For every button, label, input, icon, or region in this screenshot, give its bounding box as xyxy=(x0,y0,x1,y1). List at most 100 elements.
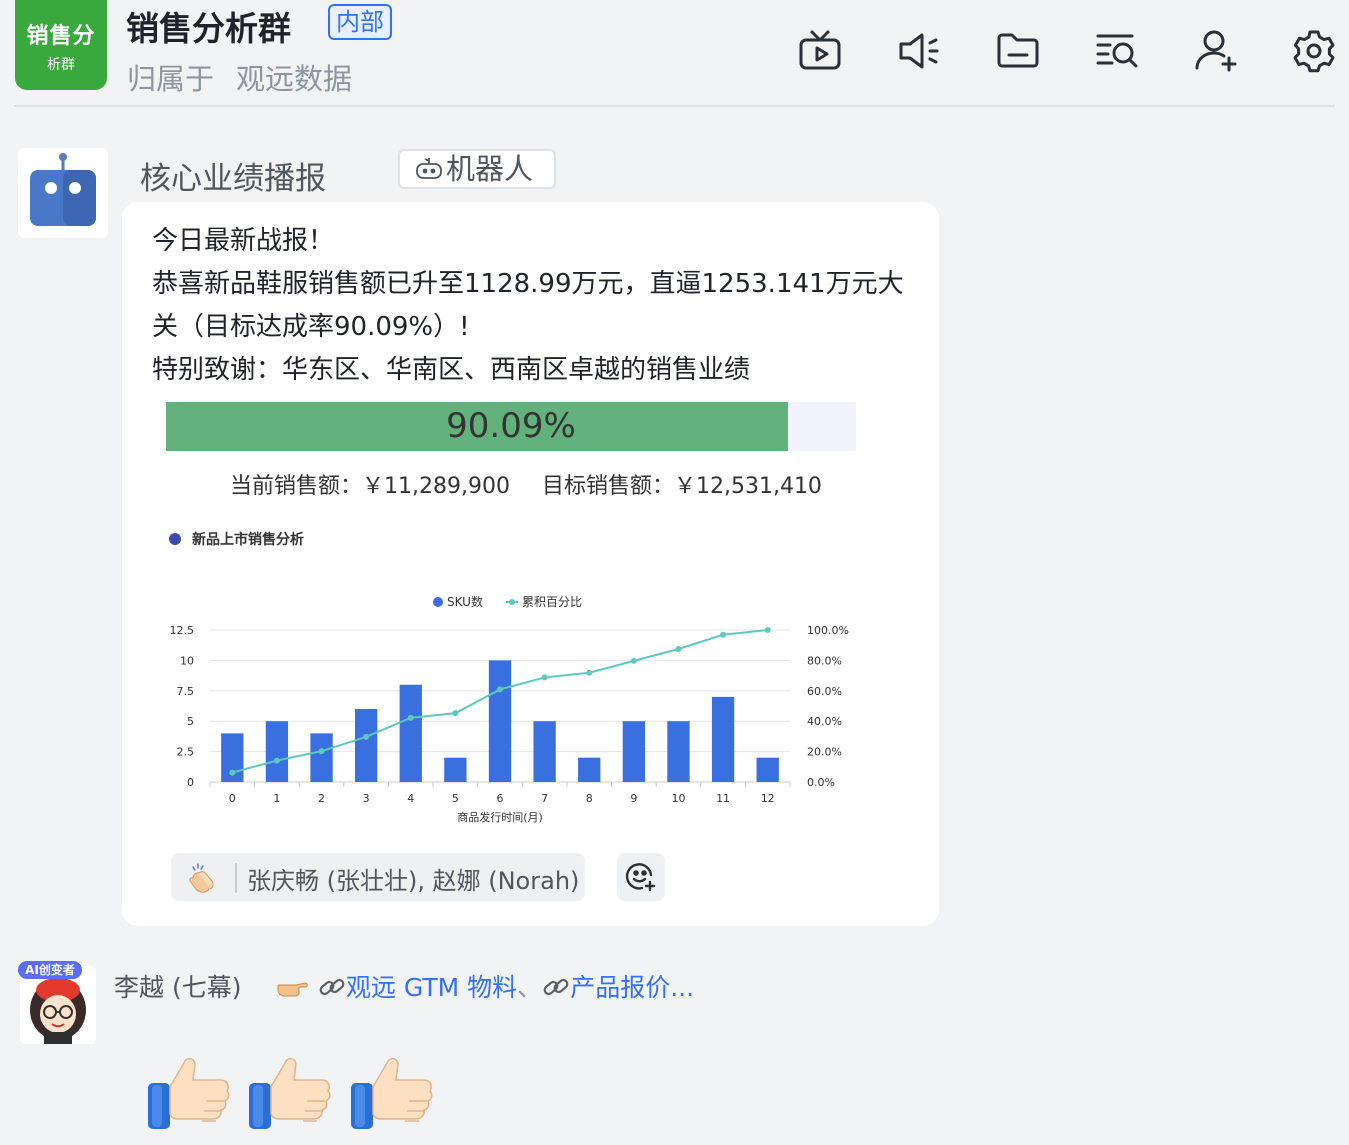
x-tick-label: 7 xyxy=(541,792,548,805)
line-point xyxy=(541,674,548,681)
y-tick-label: 10 xyxy=(180,654,194,667)
progress-bar: 90.09% xyxy=(166,402,856,451)
add-user-icon[interactable] xyxy=(1193,28,1239,74)
line-point xyxy=(363,733,370,740)
bar xyxy=(488,660,512,782)
line-point xyxy=(720,631,727,638)
chart-title-icon xyxy=(168,531,182,545)
x-tick-label: 0 xyxy=(229,792,236,805)
message-line-4: 特别致谢：华东区、华南区、西南区卓越的销售业绩 xyxy=(152,355,751,385)
chart-title: 新品上市销售分析 xyxy=(192,532,304,548)
belongs-org[interactable]: 观远数据 xyxy=(236,62,352,96)
add-emoji-icon xyxy=(625,863,656,892)
bar xyxy=(355,709,378,782)
bar xyxy=(711,696,735,782)
x-tick-label: 9 xyxy=(630,792,637,805)
y-tick-label: 2.5 xyxy=(177,746,195,759)
add-reaction-button[interactable] xyxy=(617,853,665,901)
sales-summary: 当前销售额：￥11,289,900 目标销售额：￥12,531,410 xyxy=(230,468,822,500)
search-list-icon[interactable] xyxy=(1094,28,1140,74)
robot-icon xyxy=(414,153,444,189)
speaker-icon[interactable] xyxy=(896,28,942,74)
bar-line-chart: 02.557.51012.50.0%20.0%40.0%60.0%80.0%10… xyxy=(170,594,849,824)
belongs-label: 归属于 xyxy=(127,62,215,96)
bar xyxy=(667,721,690,782)
robot-tag: 机器人 xyxy=(398,149,556,189)
x-tick-label: 1 xyxy=(273,792,280,805)
link-gtm-materials[interactable]: 观远 GTM 物料 xyxy=(346,973,517,1002)
bar xyxy=(399,684,422,782)
bot-sender-name[interactable]: 核心业绩播报 xyxy=(140,153,326,198)
line-point xyxy=(318,748,325,755)
line-point xyxy=(273,757,280,764)
y2-tick-label: 0.0% xyxy=(807,776,835,789)
link-product-pricing[interactable]: 产品报价 xyxy=(570,973,670,1002)
y-tick-label: 5 xyxy=(187,715,194,728)
link-icon xyxy=(318,973,346,1002)
user-sender-name[interactable]: 李越 (七幕) xyxy=(114,968,241,1004)
x-tick-label: 5 xyxy=(452,792,459,805)
gear-icon[interactable] xyxy=(1291,28,1337,74)
y2-tick-label: 80.0% xyxy=(807,654,842,667)
chat-header: 销售分 析群 销售分析群 内部 归属于 观远数据 xyxy=(0,0,1349,106)
bot-avatar[interactable] xyxy=(18,148,108,238)
y2-tick-label: 60.0% xyxy=(807,685,842,698)
line-point xyxy=(497,686,503,693)
bar xyxy=(444,757,467,782)
target-sales: 目标销售额：￥12,531,410 xyxy=(541,474,822,499)
bar xyxy=(756,757,779,782)
y2-tick-label: 100.0% xyxy=(807,624,849,637)
bar xyxy=(622,721,645,782)
y-tick-label: 12.5 xyxy=(170,624,195,637)
group-avatar-line1: 销售分 xyxy=(26,24,96,49)
thumbs-up-icon xyxy=(245,1045,335,1133)
line-point xyxy=(764,627,771,633)
ai-creator-badge: AI创变者 xyxy=(18,961,82,979)
line-point xyxy=(229,769,236,776)
internal-tag: 内部 xyxy=(328,4,392,40)
x-tick-label: 12 xyxy=(761,792,775,805)
folder-icon[interactable] xyxy=(995,28,1041,74)
line-point xyxy=(407,714,414,721)
y-tick-label: 0 xyxy=(187,776,194,789)
reaction-pill[interactable]: 张庆畅 (张壮壮), 赵娜 (Norah) xyxy=(171,853,585,901)
tv-icon[interactable] xyxy=(797,28,843,74)
y-tick-label: 7.5 xyxy=(177,685,195,698)
header-divider xyxy=(14,105,1335,107)
message-card: 今日最新战报！ 恭喜新品鞋服销售额已升至1128.99万元，直逼1253.141… xyxy=(122,202,939,926)
legend-line-dot xyxy=(509,599,515,605)
clapping-hands-icon xyxy=(185,861,219,895)
reaction-separator xyxy=(235,863,237,893)
bar xyxy=(265,721,289,782)
reaction-users: 张庆畅 (张壮壮), 赵娜 (Norah) xyxy=(247,867,580,895)
robot-tag-label: 机器人 xyxy=(446,152,534,186)
group-avatar[interactable]: 销售分 析群 xyxy=(15,0,107,90)
x-axis-label: 商品发行时间(月) xyxy=(457,810,543,824)
legend-bar-label: SKU数 xyxy=(447,594,483,609)
line-point xyxy=(675,646,682,652)
x-tick-label: 10 xyxy=(671,792,685,805)
links-line: 观远 GTM 物料、 产品报价... xyxy=(276,968,694,1004)
bar xyxy=(578,757,601,782)
thumbs-up-icon xyxy=(347,1045,437,1133)
line-point xyxy=(586,669,593,676)
y2-tick-label: 40.0% xyxy=(807,715,842,728)
group-title[interactable]: 销售分析群 xyxy=(126,2,291,50)
bar xyxy=(533,721,556,782)
message-line-3: 关（目标达成率90.09%）! xyxy=(152,312,470,342)
x-tick-label: 2 xyxy=(318,792,325,805)
legend-bar-marker xyxy=(433,597,443,607)
link-ellipsis: ... xyxy=(670,973,695,1002)
x-tick-label: 4 xyxy=(407,792,414,805)
x-tick-label: 3 xyxy=(363,792,370,805)
link-icon xyxy=(542,973,570,1002)
belongs-to: 归属于 观远数据 xyxy=(127,56,352,98)
x-tick-label: 8 xyxy=(586,792,593,805)
group-avatar-line2: 析群 xyxy=(47,57,75,73)
current-sales: 当前销售额：￥11,289,900 xyxy=(230,474,510,499)
link-separator: 、 xyxy=(517,973,543,1002)
x-tick-label: 11 xyxy=(716,792,730,805)
x-tick-label: 6 xyxy=(497,792,504,805)
progress-label: 90.09% xyxy=(446,406,576,446)
pointing-hand-icon xyxy=(276,973,318,1002)
